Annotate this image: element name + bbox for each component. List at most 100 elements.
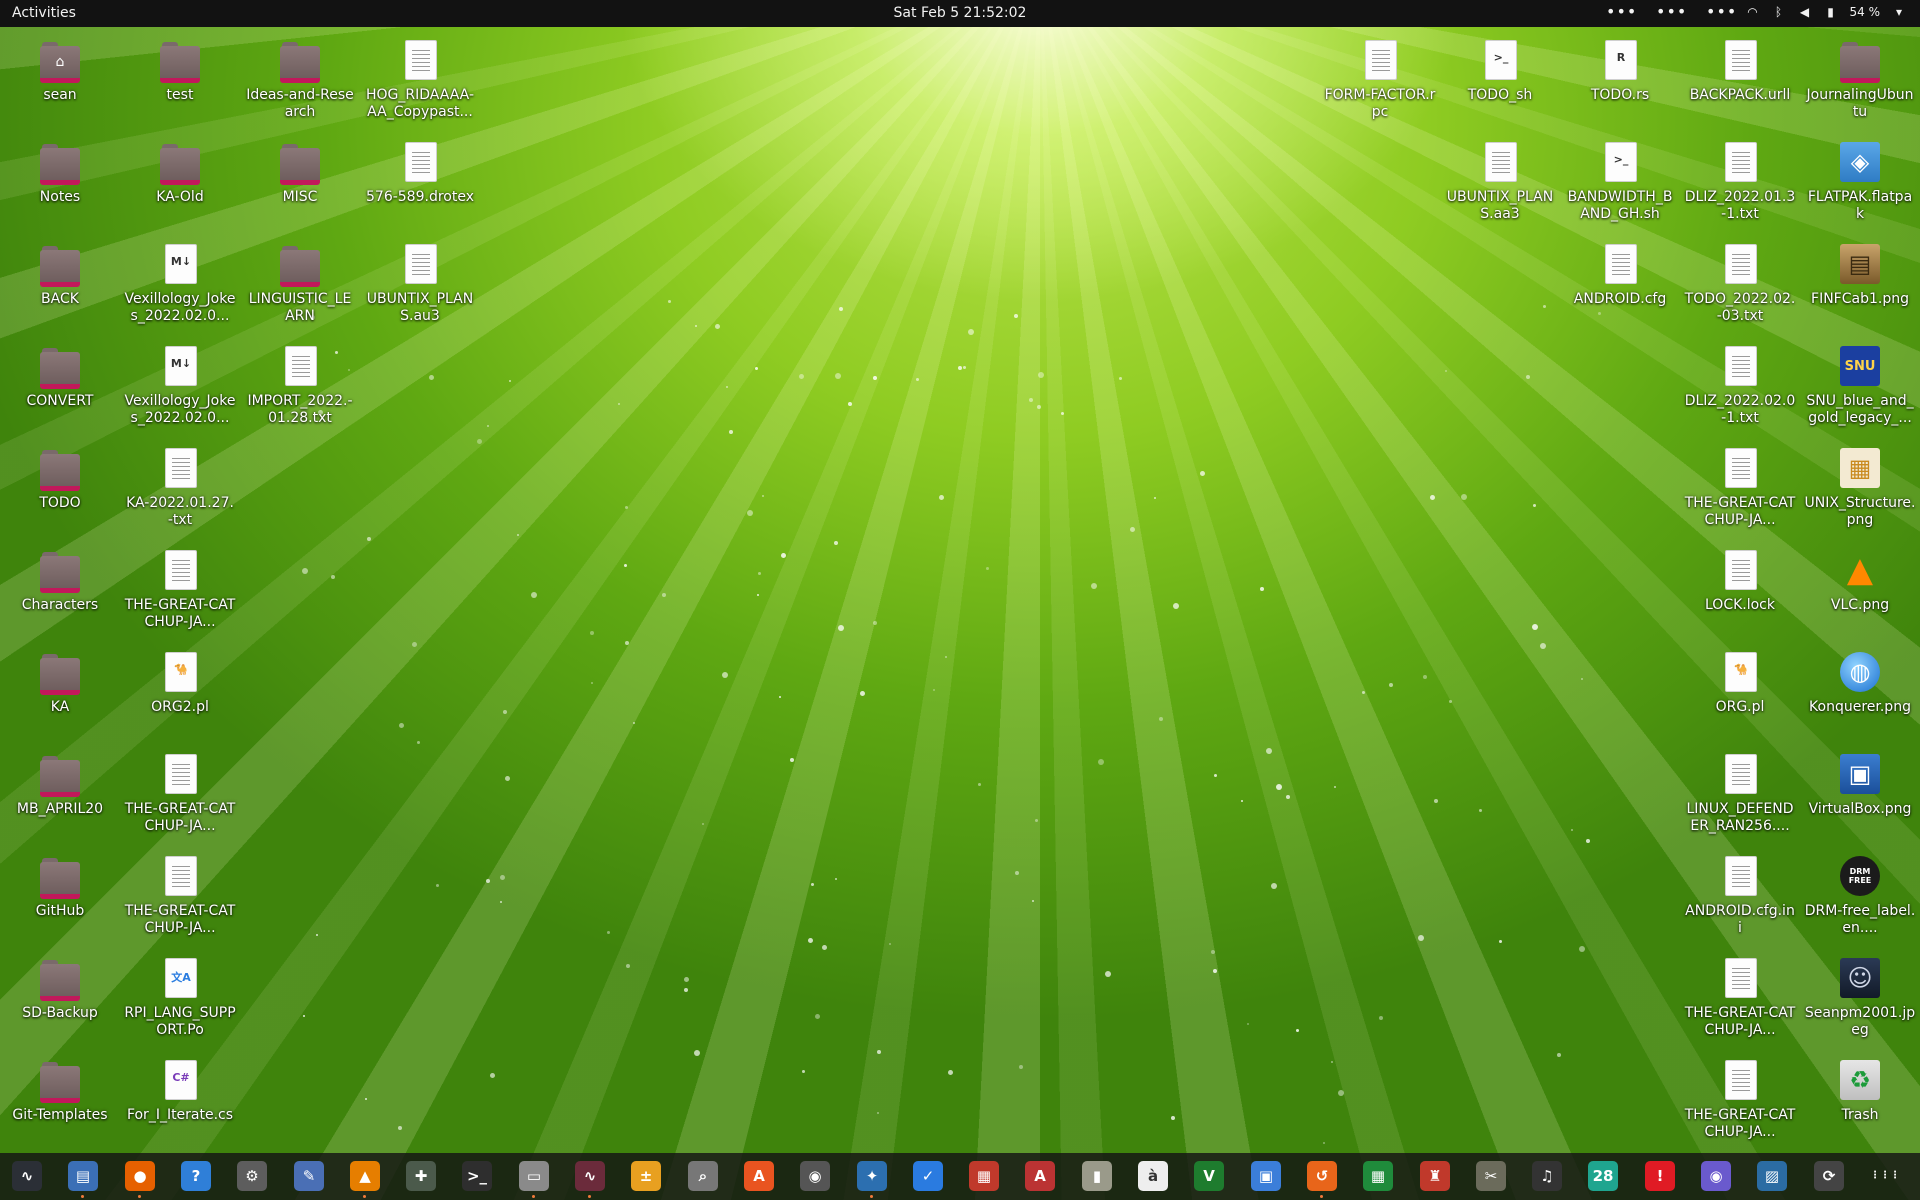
- dock-firefox-icon[interactable]: ●: [125, 1161, 155, 1191]
- desktop-icon-doc[interactable]: HOG_RIDAAAA-AA_Copypast...: [364, 32, 476, 128]
- dock-system-image-icon[interactable]: ▨: [1757, 1161, 1787, 1191]
- activities-button[interactable]: Activities: [12, 5, 76, 21]
- desktop-icon-rust[interactable]: R TODO.rs: [1564, 32, 1676, 128]
- dock-calculator-icon[interactable]: ±: [631, 1161, 661, 1191]
- dock-files-icon[interactable]: ▭: [519, 1161, 549, 1191]
- dock-text-editor-doc-icon[interactable]: ▤: [68, 1161, 98, 1191]
- dock-character-map-icon[interactable]: à: [1138, 1161, 1168, 1191]
- desktop-icon-md[interactable]: M↓ Vexillology_Jokes_2022.02.0...: [124, 338, 236, 434]
- dock-image-viewer-icon[interactable]: ⌕: [688, 1161, 718, 1191]
- wifi-icon[interactable]: ◠: [1746, 5, 1760, 19]
- dock-archive-manager-icon[interactable]: ▮: [1082, 1161, 1112, 1191]
- desktop-icon-doc[interactable]: TODO_2022.02.-03.txt: [1684, 236, 1796, 332]
- desktop-icon-doc[interactable]: KA-2022.01.27.-txt: [124, 440, 236, 536]
- desktop-icon-folder[interactable]: Notes: [4, 134, 116, 230]
- extension-menu-c[interactable]: •••: [1706, 2, 1737, 21]
- desktop-icon-doc[interactable]: LINUX_DEFENDER_RAN256....: [1684, 746, 1796, 842]
- bluetooth-icon[interactable]: ᛒ: [1772, 5, 1786, 19]
- desktop-icon-md[interactable]: M↓ Vexillology_Jokes_2022.02.0...: [124, 236, 236, 332]
- desktop-icon-unix[interactable]: ▦ UNIX_Structure.png: [1804, 440, 1916, 536]
- desktop-icon-folder[interactable]: ⌂ sean: [4, 32, 116, 128]
- dock-disks-icon[interactable]: ◉: [800, 1161, 830, 1191]
- desktop-icon-doc[interactable]: DLIZ_2022.02.0-1.txt: [1684, 338, 1796, 434]
- dock-settings-icon[interactable]: ⚙: [237, 1161, 267, 1191]
- dock-vlc-icon[interactable]: ▲: [350, 1161, 380, 1191]
- desktop-icon-vlc[interactable]: ▲ VLC.png: [1804, 542, 1916, 638]
- dock-game-icon[interactable]: ♜: [1420, 1161, 1450, 1191]
- dock-alert-icon[interactable]: !: [1645, 1161, 1675, 1191]
- desktop-icon-folder[interactable]: CONVERT: [4, 338, 116, 434]
- desktop-icon-doc[interactable]: ANDROID.cfg: [1564, 236, 1676, 332]
- dock-update-manager-icon[interactable]: ⟳: [1814, 1161, 1844, 1191]
- desktop-icon-folder[interactable]: MISC: [244, 134, 356, 230]
- dock-vim-icon[interactable]: V: [1194, 1161, 1224, 1191]
- dock-screenshot-icon[interactable]: ◉: [1701, 1161, 1731, 1191]
- desktop-icon-doc[interactable]: BACKPACK.urll: [1684, 32, 1796, 128]
- desktop-icon-folder[interactable]: GitHub: [4, 848, 116, 944]
- desktop-icon-folder[interactable]: Characters: [4, 542, 116, 638]
- desktop-icon-snu[interactable]: SNU SNU_blue_and_gold_legacy_...: [1804, 338, 1916, 434]
- desktop-icon-perl[interactable]: 🐪 ORG2.pl: [124, 644, 236, 740]
- dock-system-monitor-icon[interactable]: ∿: [12, 1161, 42, 1191]
- desktop-icon-doc[interactable]: LOCK.lock: [1684, 542, 1796, 638]
- desktop-icon-doc[interactable]: ANDROID.cfg.ini: [1684, 848, 1796, 944]
- dock-help-icon[interactable]: ?: [181, 1161, 211, 1191]
- dock-calendar-icon[interactable]: 28: [1588, 1161, 1618, 1191]
- dock-spreadsheet-icon[interactable]: ▦: [1363, 1161, 1393, 1191]
- desktop-icon-folder[interactable]: BACK: [4, 236, 116, 332]
- desktop-icon-vbox[interactable]: ▣ VirtualBox.png: [1804, 746, 1916, 842]
- desktop-icon-term[interactable]: >_ TODO_sh: [1444, 32, 1556, 128]
- desktop-icon-doc[interactable]: UBUNTIX_PLANS.aa3: [1444, 134, 1556, 230]
- system-menu-chevron-icon[interactable]: ▾: [1892, 5, 1906, 19]
- desktop-icon-trash[interactable]: ♻ Trash: [1804, 1052, 1916, 1148]
- extension-menu-b[interactable]: •••: [1656, 2, 1687, 21]
- dock-system-monitor-2-icon[interactable]: ∿: [575, 1161, 605, 1191]
- desktop-icon-po[interactable]: 文A RPI_LANG_SUPPORT.Po: [124, 950, 236, 1046]
- desktop-icon-globe[interactable]: ◍ Konquerer.png: [1804, 644, 1916, 740]
- desktop-icon-doc[interactable]: DLIZ_2022.01.3-1.txt: [1684, 134, 1796, 230]
- desktop-icon-folder[interactable]: JournalingUbuntu: [1804, 32, 1916, 128]
- desktop-icon-doc[interactable]: THE-GREAT-CATCHUP-JA...: [124, 848, 236, 944]
- desktop-icon-doc[interactable]: THE-GREAT-CATCHUP-JA...: [124, 746, 236, 842]
- dock-libreoffice-draw-icon[interactable]: ✦: [857, 1161, 887, 1191]
- dock-extensions-icon[interactable]: ✚: [406, 1161, 436, 1191]
- dock-text-editor-icon[interactable]: ✎: [294, 1161, 324, 1191]
- desktop-icon-folder[interactable]: SD-Backup: [4, 950, 116, 1046]
- desktop-icon-doc[interactable]: THE-GREAT-CATCHUP-JA...: [1684, 440, 1796, 536]
- dock-music-icon[interactable]: ♫: [1532, 1161, 1562, 1191]
- dock-show-apps-icon[interactable]: ⋮⋮⋮: [1870, 1161, 1900, 1191]
- desktop-icon-perl[interactable]: 🐪 ORG.pl: [1684, 644, 1796, 740]
- desktop-icon-photo[interactable]: ☺ Seanpm2001.jpeg: [1804, 950, 1916, 1046]
- desktop-icon-doc[interactable]: IMPORT_2022.-01.28.txt: [244, 338, 356, 434]
- desktop-icon-folder[interactable]: test: [124, 32, 236, 128]
- desktop-icon-folder[interactable]: KA: [4, 644, 116, 740]
- dock-gimp-icon[interactable]: ✂: [1476, 1161, 1506, 1191]
- desktop-icon-folder[interactable]: MB_APRIL20: [4, 746, 116, 842]
- dock-software-icon[interactable]: A: [744, 1161, 774, 1191]
- desktop-icon-folder[interactable]: Ideas-and-Research: [244, 32, 356, 128]
- system-tray[interactable]: ◠ ᛒ ◀ ▮ 54 % ▾: [1746, 5, 1907, 19]
- desktop-icon-folder[interactable]: TODO: [4, 440, 116, 536]
- desktop-icon-doc[interactable]: THE-GREAT-CATCHUP-JA...: [1684, 950, 1796, 1046]
- desktop-icon-folder[interactable]: KA-Old: [124, 134, 236, 230]
- desktop-icon-folder[interactable]: Git-Templates: [4, 1052, 116, 1148]
- desktop-icon-doc[interactable]: THE-GREAT-CATCHUP-JA...: [124, 542, 236, 638]
- desktop-icon-doc[interactable]: 576-589.drotex: [364, 134, 476, 230]
- desktop-icon-term[interactable]: >_ BANDWIDTH_BAND_GH.sh: [1564, 134, 1676, 230]
- volume-icon[interactable]: ◀: [1798, 5, 1812, 19]
- extension-menu-a[interactable]: •••: [1606, 2, 1637, 21]
- desktop-icon-folder[interactable]: LINGUISTIC_LEARN: [244, 236, 356, 332]
- desktop-icon-drm[interactable]: DRM FREE DRM-free_label.en....: [1804, 848, 1916, 944]
- desktop-icon-cs[interactable]: C# For_I_Iterate.cs: [124, 1052, 236, 1148]
- dock-todo-icon[interactable]: ✓: [913, 1161, 943, 1191]
- desktop-icon-doc[interactable]: FORM-FACTOR.rpc: [1324, 32, 1436, 128]
- dock-terminal-icon[interactable]: >_: [462, 1161, 492, 1191]
- dock-document-scanner-icon[interactable]: ▦: [969, 1161, 999, 1191]
- dock-font-viewer-icon[interactable]: A: [1025, 1161, 1055, 1191]
- battery-icon[interactable]: ▮: [1824, 5, 1838, 19]
- desktop-icon-flatpak[interactable]: ◈ FLATPAK.flatpak: [1804, 134, 1916, 230]
- desktop-icon-cabinet[interactable]: ▤ FINFCab1.png: [1804, 236, 1916, 332]
- desktop-icon-doc[interactable]: THE-GREAT-CATCHUP-JA...: [1684, 1052, 1796, 1148]
- desktop-icon-doc[interactable]: UBUNTIX_PLANS.au3: [364, 236, 476, 332]
- dock-backups-icon[interactable]: ↺: [1307, 1161, 1337, 1191]
